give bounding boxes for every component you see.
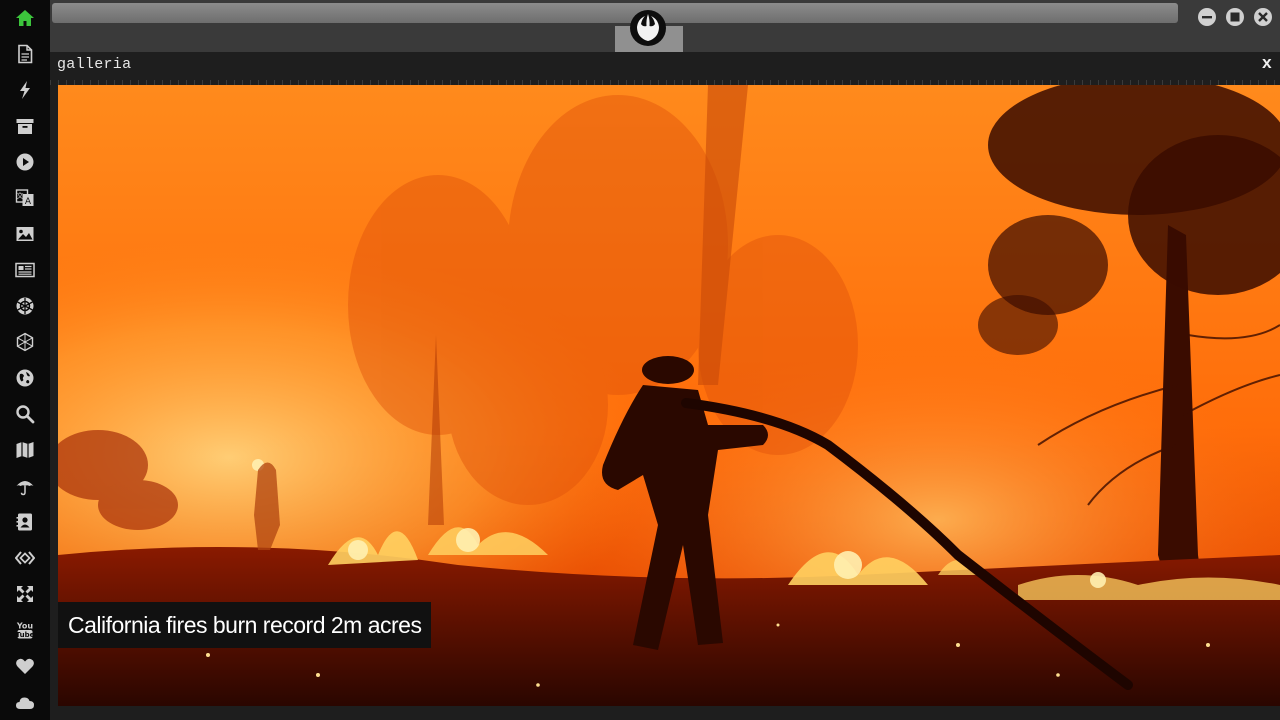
rebel-alliance-logo-icon[interactable]: [629, 9, 667, 47]
photo-caption: California fires burn record 2m acres: [58, 602, 432, 648]
maximize-button[interactable]: [1226, 8, 1244, 26]
address-bar[interactable]: [52, 3, 1178, 23]
contact-card-icon[interactable]: [14, 511, 36, 533]
sidebar: A文 You Tube: [0, 0, 51, 720]
image-icon[interactable]: [14, 223, 36, 245]
svg-text:Tube: Tube: [16, 631, 35, 639]
close-icon: [1258, 12, 1268, 22]
cloud-icon[interactable]: [14, 691, 36, 713]
home-icon[interactable]: [14, 7, 36, 29]
panel-close-button[interactable]: x: [1262, 55, 1272, 74]
umbrella-icon[interactable]: [14, 475, 36, 497]
svg-text:A: A: [25, 197, 32, 207]
document-icon[interactable]: [14, 43, 36, 65]
svg-text:文: 文: [17, 191, 24, 200]
search-icon[interactable]: [14, 403, 36, 425]
title-bar: [50, 0, 1280, 52]
panel-title: galleria: [57, 56, 132, 73]
map-icon[interactable]: [14, 439, 36, 461]
lightning-icon[interactable]: [14, 79, 36, 101]
close-window-button[interactable]: [1254, 8, 1272, 26]
minimize-button[interactable]: [1198, 8, 1216, 26]
translate-icon[interactable]: A文: [14, 187, 36, 209]
play-icon[interactable]: [14, 151, 36, 173]
svg-text:You: You: [16, 622, 34, 631]
code-diamond-icon[interactable]: [14, 547, 36, 569]
expand-icon[interactable]: [14, 583, 36, 605]
newspaper-icon[interactable]: [14, 259, 36, 281]
maximize-icon: [1230, 12, 1240, 22]
youtube-icon[interactable]: You Tube: [14, 619, 36, 641]
archive-icon[interactable]: [14, 115, 36, 137]
minimize-icon: [1202, 16, 1212, 19]
heart-icon[interactable]: [14, 655, 36, 677]
hexagon-network-icon[interactable]: [14, 331, 36, 353]
globe-icon[interactable]: [14, 367, 36, 389]
rebel-emblem-icon[interactable]: [14, 295, 36, 317]
